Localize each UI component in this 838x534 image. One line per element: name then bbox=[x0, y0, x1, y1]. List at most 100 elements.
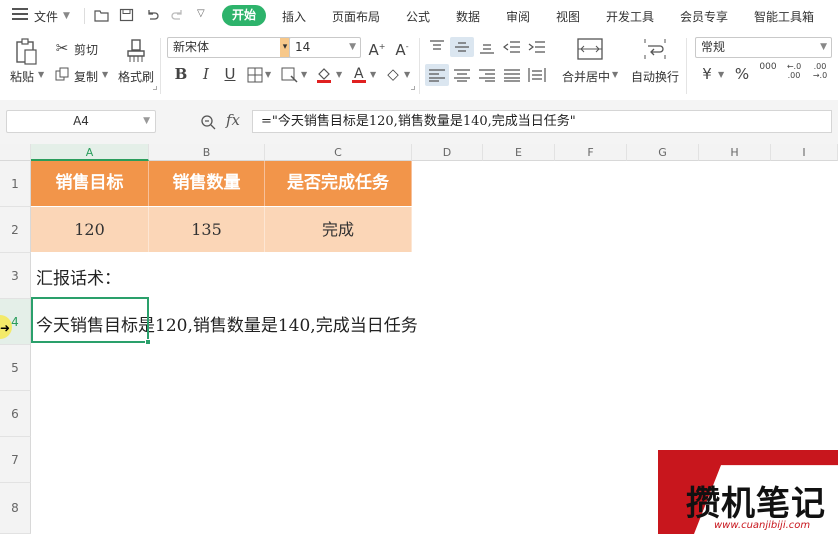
align-center-icon[interactable] bbox=[453, 68, 471, 82]
font-size-chevron-icon[interactable]: ▼ bbox=[349, 38, 356, 57]
row-header-3[interactable]: 3 bbox=[0, 253, 31, 299]
undo-icon[interactable] bbox=[145, 8, 160, 22]
file-menu-chevron-icon[interactable]: ▼ bbox=[63, 11, 70, 21]
cut-icon[interactable]: ✂ bbox=[53, 39, 71, 57]
column-header-c[interactable]: C bbox=[265, 144, 412, 161]
paste-icon[interactable] bbox=[14, 38, 38, 66]
increase-font-icon[interactable]: A+ bbox=[367, 38, 387, 59]
row-header-8[interactable]: 8 bbox=[0, 483, 31, 534]
fill-color-chevron-icon[interactable]: ▼ bbox=[336, 70, 342, 79]
font-color-chevron-icon[interactable]: ▼ bbox=[370, 70, 376, 79]
tab-insert[interactable]: 插入 bbox=[282, 8, 306, 25]
row-header-2[interactable]: 2 bbox=[0, 207, 31, 253]
row-header-5[interactable]: 5 bbox=[0, 345, 31, 391]
tab-page-layout[interactable]: 页面布局 bbox=[332, 8, 380, 25]
decrease-indent-icon[interactable] bbox=[503, 40, 521, 54]
currency-chevron-icon[interactable]: ▼ bbox=[718, 70, 724, 79]
align-right-icon[interactable] bbox=[478, 68, 496, 82]
wrap-text-button[interactable]: 自动换行 bbox=[631, 68, 679, 85]
column-header-d[interactable]: D bbox=[412, 144, 483, 161]
format-painter-button[interactable]: 格式刷 bbox=[118, 68, 154, 85]
merge-center-icon[interactable] bbox=[577, 38, 603, 60]
name-box-chevron-icon[interactable]: ▼ bbox=[143, 111, 150, 132]
cell-a3[interactable]: 汇报话术： bbox=[36, 264, 121, 289]
percent-icon[interactable]: % bbox=[733, 65, 751, 83]
font-size-select[interactable]: 14 ▼ bbox=[289, 37, 361, 58]
tab-member[interactable]: 会员专享 bbox=[680, 8, 728, 25]
cell-style-icon[interactable] bbox=[281, 67, 299, 83]
format-painter-icon[interactable] bbox=[125, 38, 147, 64]
row-header-1[interactable]: 1 bbox=[0, 161, 31, 207]
tab-view[interactable]: 视图 bbox=[556, 8, 580, 25]
italic-icon[interactable]: I bbox=[197, 65, 215, 83]
fill-handle[interactable] bbox=[145, 339, 151, 345]
select-all-corner[interactable] bbox=[0, 144, 31, 161]
column-header-f[interactable]: F bbox=[555, 144, 627, 161]
table-header-cell[interactable]: 销售目标 bbox=[31, 161, 149, 206]
increase-indent-icon[interactable] bbox=[528, 40, 546, 54]
redo-icon[interactable] bbox=[170, 8, 185, 22]
formula-input[interactable]: ="今天销售目标是120,销售数量是140,完成当日任务" bbox=[252, 110, 832, 133]
row-header-6[interactable]: 6 bbox=[0, 391, 31, 437]
tab-formulas[interactable]: 公式 bbox=[406, 8, 430, 25]
justify-icon[interactable] bbox=[503, 68, 521, 82]
name-box[interactable]: A4 ▼ bbox=[6, 110, 156, 133]
number-format-select[interactable]: 常规 ▼ bbox=[695, 37, 832, 58]
wrap-text-icon[interactable] bbox=[643, 38, 667, 60]
zoom-formula-icon[interactable] bbox=[200, 114, 216, 130]
table-value-cell[interactable]: 135 bbox=[149, 207, 265, 252]
font-color-icon[interactable]: A bbox=[350, 65, 368, 84]
fx-icon[interactable]: fx bbox=[226, 111, 240, 129]
bold-icon[interactable]: B bbox=[172, 65, 190, 83]
hamburger-menu-icon[interactable] bbox=[12, 8, 28, 22]
paste-button[interactable]: 粘贴 bbox=[10, 68, 34, 85]
tab-data[interactable]: 数据 bbox=[456, 8, 480, 25]
column-header-b[interactable]: B bbox=[149, 144, 265, 161]
number-format-chevron-icon[interactable]: ▼ bbox=[820, 38, 827, 57]
row-header-7[interactable]: 7 bbox=[0, 437, 31, 483]
column-header-i[interactable]: I bbox=[771, 144, 838, 161]
borders-chevron-icon[interactable]: ▼ bbox=[265, 70, 271, 79]
column-header-a[interactable]: A bbox=[31, 144, 149, 161]
tab-smart-toolbox[interactable]: 智能工具箱 bbox=[754, 8, 814, 25]
column-header-g[interactable]: G bbox=[627, 144, 699, 161]
decrease-font-icon[interactable]: A- bbox=[392, 38, 412, 59]
merge-center-chevron-icon[interactable]: ▼ bbox=[612, 70, 618, 79]
copy-icon[interactable] bbox=[55, 67, 69, 81]
column-header-h[interactable]: H bbox=[699, 144, 771, 161]
align-middle-button[interactable] bbox=[450, 37, 474, 57]
quick-access-chevron-icon[interactable]: ▽ bbox=[197, 8, 205, 19]
currency-icon[interactable]: ¥ bbox=[698, 65, 716, 83]
open-folder-icon[interactable] bbox=[94, 8, 109, 22]
thousands-separator-icon[interactable]: 000 bbox=[758, 62, 778, 72]
tab-review[interactable]: 审阅 bbox=[506, 8, 530, 25]
table-header-cell[interactable]: 是否完成任务 bbox=[265, 161, 412, 206]
copy-chevron-icon[interactable]: ▼ bbox=[102, 70, 108, 79]
table-value-cell[interactable]: 完成 bbox=[265, 207, 412, 252]
cell-style-chevron-icon[interactable]: ▼ bbox=[301, 70, 307, 79]
table-header-cell[interactable]: 销售数量 bbox=[149, 161, 265, 206]
tab-home[interactable]: 开始 bbox=[222, 5, 266, 26]
copy-button[interactable]: 复制 bbox=[74, 68, 98, 85]
clipboard-group-launcher[interactable] bbox=[153, 86, 157, 90]
distributed-align-icon[interactable] bbox=[528, 67, 546, 83]
cut-button[interactable]: 剪切 bbox=[74, 41, 98, 58]
paste-chevron-icon[interactable]: ▼ bbox=[38, 70, 44, 79]
fill-color-icon[interactable] bbox=[315, 66, 333, 84]
increase-decimal-icon[interactable]: ←.0.00 bbox=[784, 62, 804, 80]
column-header-e[interactable]: E bbox=[483, 144, 555, 161]
align-top-icon[interactable] bbox=[428, 40, 446, 54]
font-name-select[interactable]: 新宋体 ▾ bbox=[167, 37, 291, 58]
font-group-launcher[interactable] bbox=[411, 86, 415, 90]
file-menu[interactable]: 文件 bbox=[34, 8, 58, 25]
clear-format-chevron-icon[interactable]: ▼ bbox=[404, 70, 410, 79]
clear-format-icon[interactable]: ◇ bbox=[384, 65, 402, 83]
align-bottom-icon[interactable] bbox=[478, 40, 496, 54]
table-value-cell[interactable]: 120 bbox=[31, 207, 149, 252]
tab-developer[interactable]: 开发工具 bbox=[606, 8, 654, 25]
save-icon[interactable] bbox=[119, 8, 134, 22]
decrease-decimal-icon[interactable]: .00 →.0 bbox=[810, 62, 830, 80]
borders-icon[interactable] bbox=[247, 67, 263, 83]
merge-center-button[interactable]: 合并居中 bbox=[562, 68, 610, 85]
align-left-button[interactable] bbox=[425, 64, 449, 86]
